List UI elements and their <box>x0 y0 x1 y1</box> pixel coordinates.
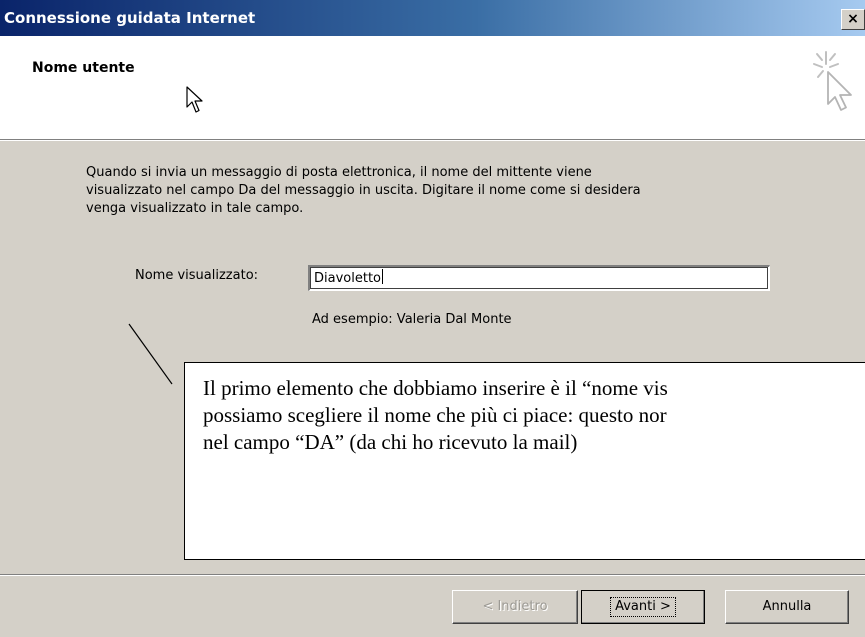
wizard-window: Connessione guidata Internet × Nome uten… <box>0 0 865 637</box>
callout-line: Il primo elemento che dobbiamo inserire … <box>203 376 668 400</box>
callout-line: nel campo “DA” (da chi ho ricevuto la ma… <box>203 430 578 454</box>
annotation-callout: Il primo elemento che dobbiamo inserire … <box>184 362 865 560</box>
footer-divider-highlight <box>0 575 865 576</box>
callout-line: possiamo scegliere il nome che più ci pi… <box>203 403 667 427</box>
cancel-button[interactable]: Annulla <box>725 590 849 624</box>
back-button[interactable]: < Indietro <box>452 590 578 624</box>
next-button-label: Avanti > <box>610 597 676 617</box>
next-button[interactable]: Avanti > <box>581 590 705 624</box>
